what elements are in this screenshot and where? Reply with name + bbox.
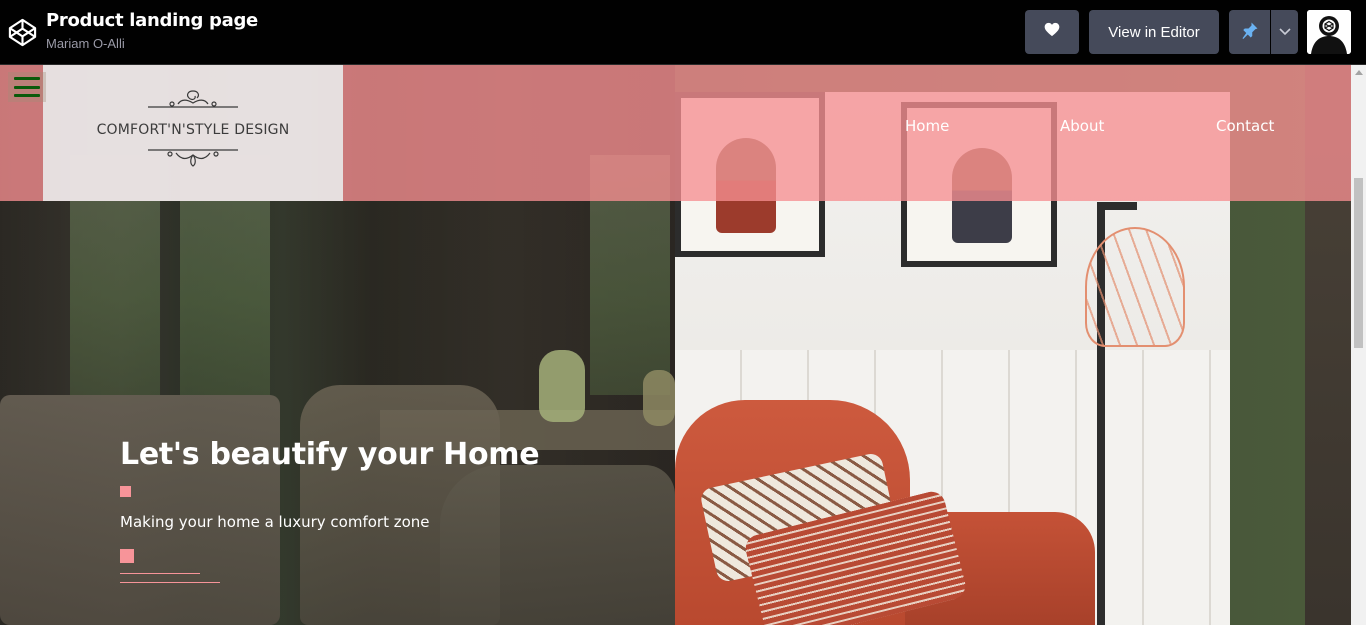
hero-divider-line xyxy=(120,582,220,583)
scroll-up-arrow-icon[interactable] xyxy=(1351,65,1366,80)
site-header: COMFORT'N'STYLE DESIGN Home About Contac… xyxy=(0,65,1351,201)
heart-icon xyxy=(1044,22,1060,42)
scrollbar-thumb[interactable] xyxy=(1354,178,1363,348)
pin-icon xyxy=(1241,21,1259,44)
pen-author[interactable]: Mariam O-Alli xyxy=(46,36,125,51)
nav-contact-link[interactable]: Contact xyxy=(1216,117,1274,135)
hero-decor-square xyxy=(120,486,131,497)
hero-subtitle: Making your home a luxury comfort zone xyxy=(120,513,430,531)
logo-ornament-top-icon xyxy=(148,90,238,108)
hamburger-menu-icon[interactable] xyxy=(8,72,46,102)
lamp-shade xyxy=(1085,227,1185,347)
codepen-header: Product landing page Mariam O-Alli View … xyxy=(0,0,1366,65)
view-in-editor-button[interactable]: View in Editor xyxy=(1089,10,1219,54)
pen-preview: COMFORT'N'STYLE DESIGN Home About Contac… xyxy=(0,65,1351,625)
pin-dropdown-button[interactable] xyxy=(1271,10,1298,54)
vase-small xyxy=(643,370,675,426)
dining-chair-front xyxy=(440,465,675,625)
hero-decor-square xyxy=(120,549,134,563)
vase xyxy=(539,350,585,422)
pen-title: Product landing page xyxy=(46,10,258,31)
nav-about-link[interactable]: About xyxy=(1060,117,1104,135)
nav-home-link[interactable]: Home xyxy=(905,117,949,135)
site-logo[interactable]: COMFORT'N'STYLE DESIGN xyxy=(43,65,343,201)
codepen-logo-icon[interactable] xyxy=(7,17,38,48)
hero-divider-line xyxy=(120,573,200,574)
sofa xyxy=(0,395,280,625)
logo-ornament-bottom-icon xyxy=(148,149,238,167)
chevron-down-icon xyxy=(1278,23,1291,41)
user-avatar[interactable] xyxy=(1307,10,1351,54)
hero-title: Let's beautify your Home xyxy=(120,437,540,472)
vertical-scrollbar[interactable] xyxy=(1351,65,1366,625)
like-button[interactable] xyxy=(1025,10,1079,54)
pin-button[interactable] xyxy=(1229,10,1270,54)
logo-text: COMFORT'N'STYLE DESIGN xyxy=(96,122,290,138)
